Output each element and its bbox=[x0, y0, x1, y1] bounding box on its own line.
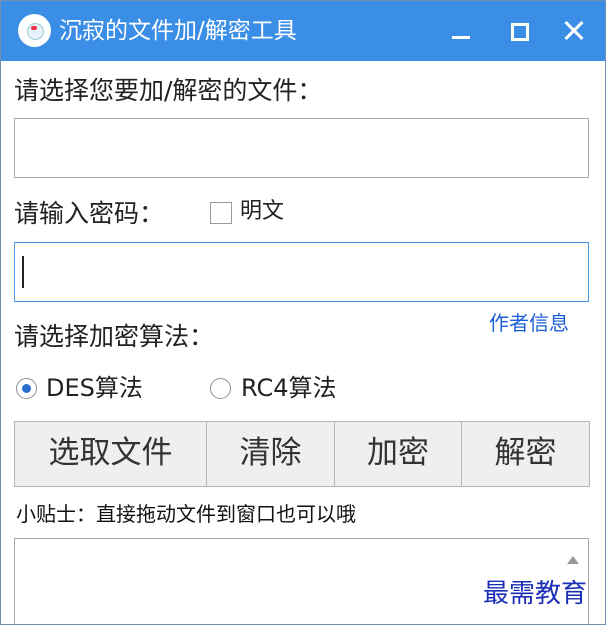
radio-des[interactable] bbox=[16, 378, 37, 399]
title-bar[interactable]: 沉寂的文件加/解密工具 bbox=[1, 1, 605, 61]
radio-des-label[interactable]: DES算法 bbox=[46, 373, 143, 403]
plaintext-checkbox[interactable] bbox=[210, 202, 232, 224]
app-window: 沉寂的文件加/解密工具 请选择您要加/解密的文件： 请输入密码： 明文 作者信息… bbox=[0, 0, 606, 625]
password-input[interactable] bbox=[14, 242, 589, 302]
plaintext-label[interactable]: 明文 bbox=[240, 199, 284, 225]
window-title: 沉寂的文件加/解密工具 bbox=[59, 18, 297, 44]
tip-text: 小贴士：直接拖动文件到窗口也可以哦 bbox=[16, 502, 356, 526]
radio-rc4-label[interactable]: RC4算法 bbox=[241, 373, 337, 403]
watermark: 最需教育 bbox=[483, 579, 588, 609]
file-path-input[interactable] bbox=[14, 118, 589, 178]
decrypt-button[interactable]: 解密 bbox=[461, 421, 590, 487]
minimize-icon[interactable] bbox=[439, 9, 483, 53]
select-file-button[interactable]: 选取文件 bbox=[14, 421, 207, 487]
encrypt-button[interactable]: 加密 bbox=[334, 421, 462, 487]
maximize-icon[interactable] bbox=[498, 9, 542, 53]
scroll-up-arrow-icon[interactable] bbox=[567, 556, 579, 564]
close-icon[interactable] bbox=[553, 9, 597, 53]
radio-rc4[interactable] bbox=[210, 378, 231, 399]
password-label: 请输入密码： bbox=[14, 199, 165, 228]
clear-button[interactable]: 清除 bbox=[206, 421, 335, 487]
app-logo-icon bbox=[18, 14, 51, 47]
algorithm-label: 请选择加密算法： bbox=[14, 322, 215, 351]
text-caret bbox=[22, 256, 24, 288]
file-select-label: 请选择您要加/解密的文件： bbox=[14, 76, 323, 105]
author-info-link[interactable]: 作者信息 bbox=[489, 311, 569, 335]
